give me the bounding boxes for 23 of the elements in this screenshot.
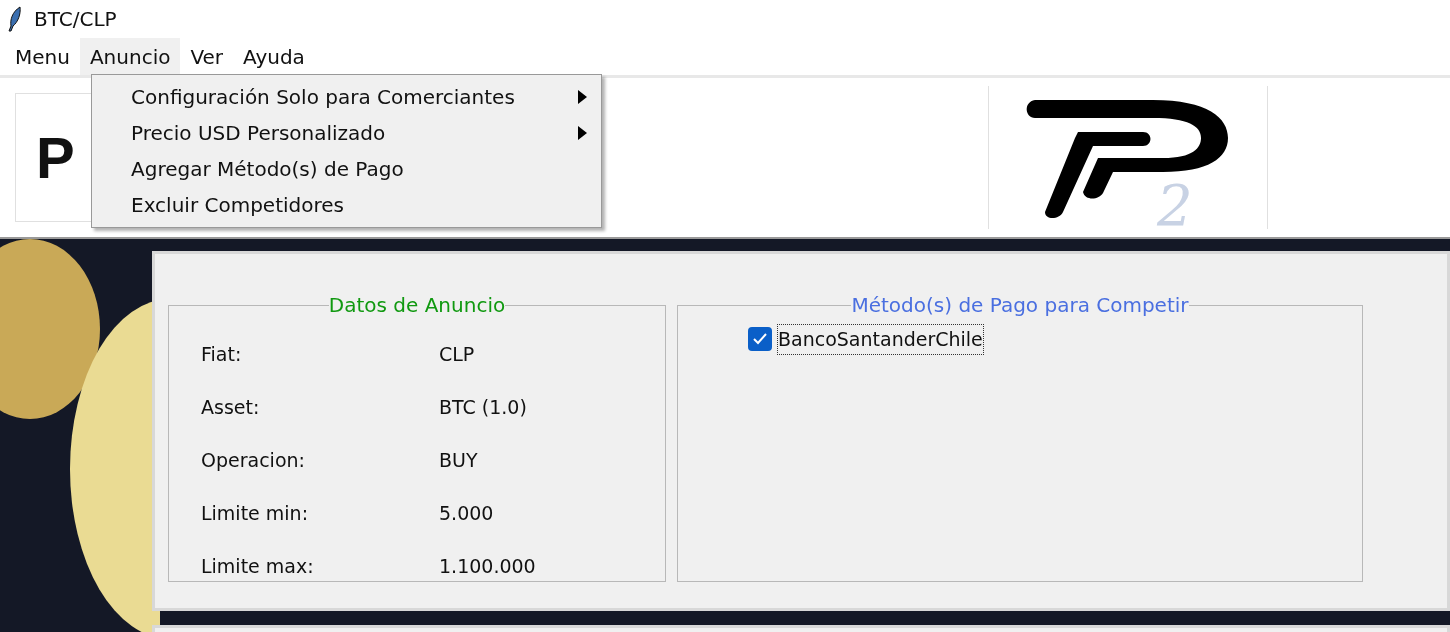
field-value: CLP	[439, 342, 475, 368]
field-value: 1.100.000	[439, 554, 536, 580]
field-label: Operacion:	[201, 448, 306, 474]
menu-item[interactable]: Menu	[5, 38, 80, 75]
field-value: BUY	[439, 448, 478, 474]
submenu-arrow-icon	[578, 90, 587, 104]
field-label: Asset:	[201, 395, 261, 421]
window-title: BTC/CLP	[34, 6, 117, 33]
feather-icon	[8, 6, 22, 32]
field-label: Limite max:	[201, 554, 315, 580]
field-value: 5.000	[439, 501, 494, 527]
menu-item[interactable]: Ver	[180, 38, 234, 75]
menu-item[interactable]: Anuncio	[79, 38, 181, 75]
checkbox-label[interactable]: BancoSantanderChile	[777, 324, 984, 355]
field-label: Fiat:	[201, 342, 243, 368]
group-title: Método(s) de Pago para Competir	[851, 293, 1189, 317]
menu-item[interactable]: Ayuda	[233, 38, 315, 75]
field-value: BTC (1.0)	[439, 395, 527, 421]
field-label: Limite min:	[201, 501, 310, 527]
checkmark-icon	[753, 333, 767, 346]
submenu-arrow-icon	[578, 126, 587, 140]
group-title: Datos de Anuncio	[328, 293, 506, 317]
checkbox[interactable]	[748, 327, 772, 352]
